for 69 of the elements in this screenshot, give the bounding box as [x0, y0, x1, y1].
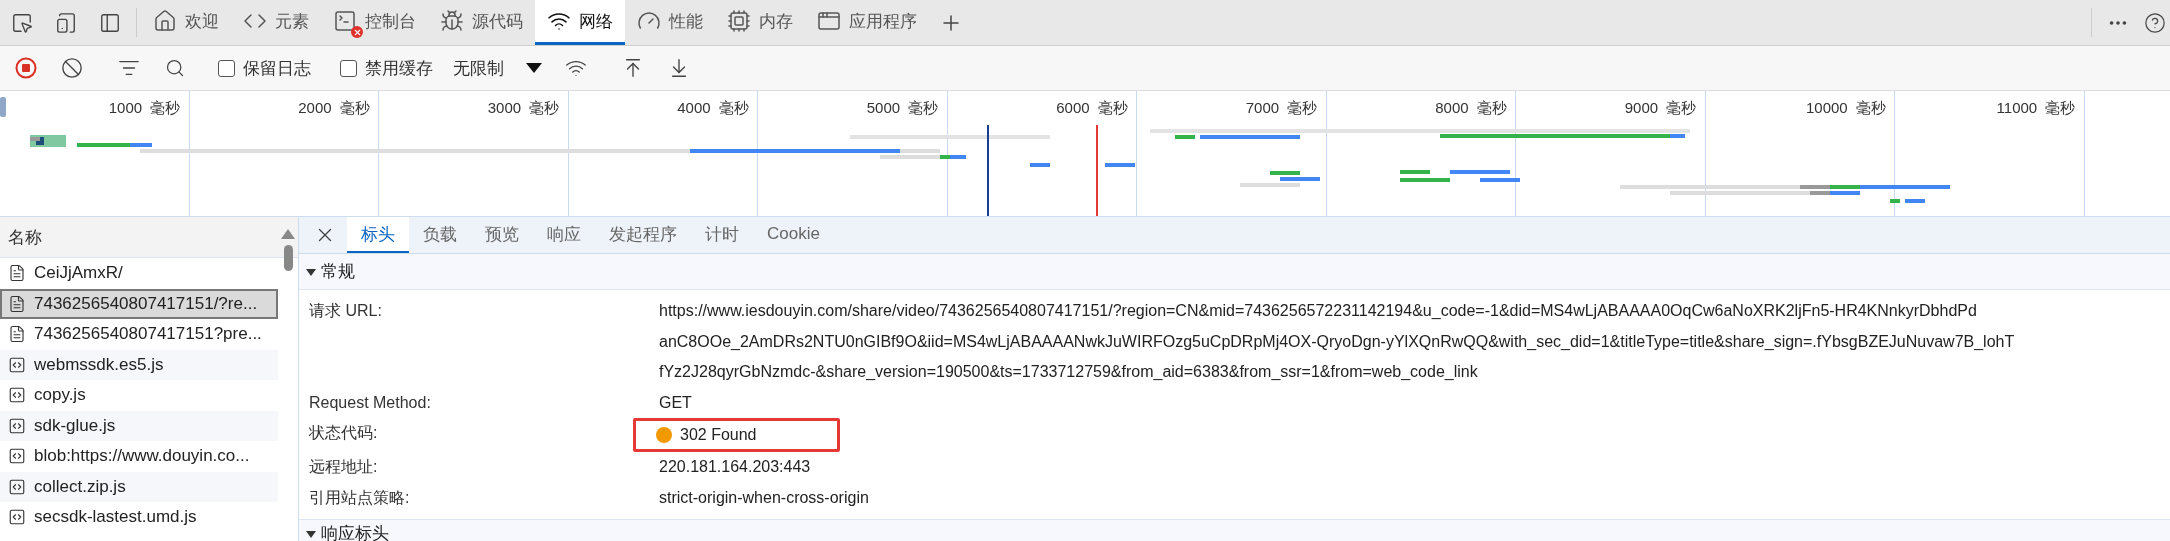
detail-tab[interactable]: Cookie	[753, 217, 834, 253]
section-header[interactable]: 响应标头	[299, 520, 2170, 541]
time-tick-label: 3000 毫秒	[487, 99, 560, 118]
time-tick-label: 7000 毫秒	[1245, 99, 1318, 118]
document-icon	[8, 294, 26, 313]
field-value: anC8OOe_2AmDRs2NTU0nGIBf9O&iid=MS4wLjABAAAANwkJuWIRFOzg5uCpDRpMj4OX-QryoDgn-yYlXQnRwQQ&with_sec_did=1&titleType=title&share_sign=.fYbsgBZEJuNuvaw7B_lohT	[659, 331, 2015, 352]
field-value: fYz2J28qyrGbNzmdc-&share_version=190500&ts=1733712759&from_aid=6383&from_ssr=1&from=web_code_link	[659, 362, 1478, 382]
code-file-icon	[8, 386, 26, 405]
code-file-icon	[8, 447, 26, 466]
time-tick-label: 5000 毫秒	[866, 99, 939, 118]
field-label: 请求 URL:	[308, 301, 383, 321]
field-value: 220.181.164.203:443	[659, 457, 811, 477]
time-tick-label: 1000 毫秒	[108, 99, 181, 118]
section-header[interactable]: 常规	[299, 254, 2170, 290]
field-label: 远程地址:	[308, 457, 379, 477]
detail-tab[interactable]: 计时	[691, 217, 753, 253]
detail-tab[interactable]: 负载	[409, 217, 471, 253]
dropdown-icon	[526, 62, 542, 74]
scroll-up-icon[interactable]	[281, 229, 295, 239]
time-tick-label: 9000 毫秒	[1624, 99, 1697, 118]
panel-tab[interactable]: 欢迎	[141, 0, 231, 45]
detail-tab[interactable]: 响应	[533, 217, 595, 253]
checkbox-option[interactable]: 保留日志	[210, 56, 319, 80]
field-label: 状态代码:	[308, 423, 379, 443]
panel-tab[interactable]: 控制台	[321, 0, 428, 45]
request-row[interactable]: sdk-glue.js	[0, 410, 278, 441]
scrollbar-thumb[interactable]	[283, 245, 293, 271]
field-value: https://www.iesdouyin.com/share/video/7436256540807417151/?region=CN&mid=7436256572231142194&u_code=-1&did=MS4wLjABAAAA0OqCw6aNoXRK2ljFn5-HR4KNnkyrDbhdPd	[659, 301, 1977, 321]
field-label: Request Method:	[308, 392, 432, 413]
time-tick-label: 8000 毫秒	[1435, 99, 1507, 118]
panel-tab[interactable]: 性能	[625, 0, 715, 45]
field-label: 引用站点策略:	[308, 487, 411, 508]
panel-tab[interactable]: 内存	[715, 0, 805, 45]
section-title: 常规	[321, 261, 355, 283]
document-icon	[8, 264, 26, 283]
time-tick-label: 4000 毫秒	[677, 99, 749, 118]
code-file-icon	[8, 416, 26, 435]
home-icon	[153, 9, 177, 33]
field-value: GET	[659, 392, 692, 413]
time-tick-label: 11000 毫秒	[1996, 99, 2076, 118]
code-file-icon	[8, 477, 26, 496]
section-title: 响应标头	[321, 523, 389, 541]
document-icon	[8, 325, 26, 344]
checkbox-option[interactable]: 禁用缓存	[332, 56, 441, 80]
checkbox[interactable]	[218, 59, 235, 77]
chip-icon	[727, 9, 751, 33]
column-title: 名称	[8, 226, 42, 249]
time-tick-label: 10000 毫秒	[1805, 99, 1886, 118]
checkbox[interactable]	[340, 59, 357, 77]
code-file-icon	[8, 355, 26, 374]
throttle-dropdown[interactable]: 无限制	[443, 56, 552, 80]
detail-tab[interactable]: 标头	[347, 217, 409, 253]
terminal-icon	[333, 9, 357, 33]
code-file-icon	[8, 508, 26, 527]
panel-tab[interactable]: 源代码	[428, 0, 535, 45]
time-tick-label: 6000 毫秒	[1056, 99, 1128, 118]
detail-tab[interactable]: 预览	[471, 217, 533, 253]
request-row[interactable]: 7436256540807417151/?re...	[0, 288, 278, 319]
time-tick-label: 2000 毫秒	[298, 99, 370, 118]
detail-tab[interactable]: 发起程序	[595, 217, 691, 253]
panel-tab[interactable]: 元素	[231, 0, 321, 45]
request-row[interactable]: collect.zip.js	[0, 471, 278, 502]
window-icon	[817, 9, 841, 33]
panel-tab[interactable]: 应用程序	[805, 0, 929, 45]
field-value: strict-origin-when-cross-origin	[659, 487, 869, 508]
panel-tab[interactable]: 网络	[535, 0, 625, 45]
field-value: 302 Found	[680, 424, 757, 445]
bug-icon	[440, 9, 464, 33]
request-row[interactable]: webmssdk.es5.js	[0, 349, 278, 380]
